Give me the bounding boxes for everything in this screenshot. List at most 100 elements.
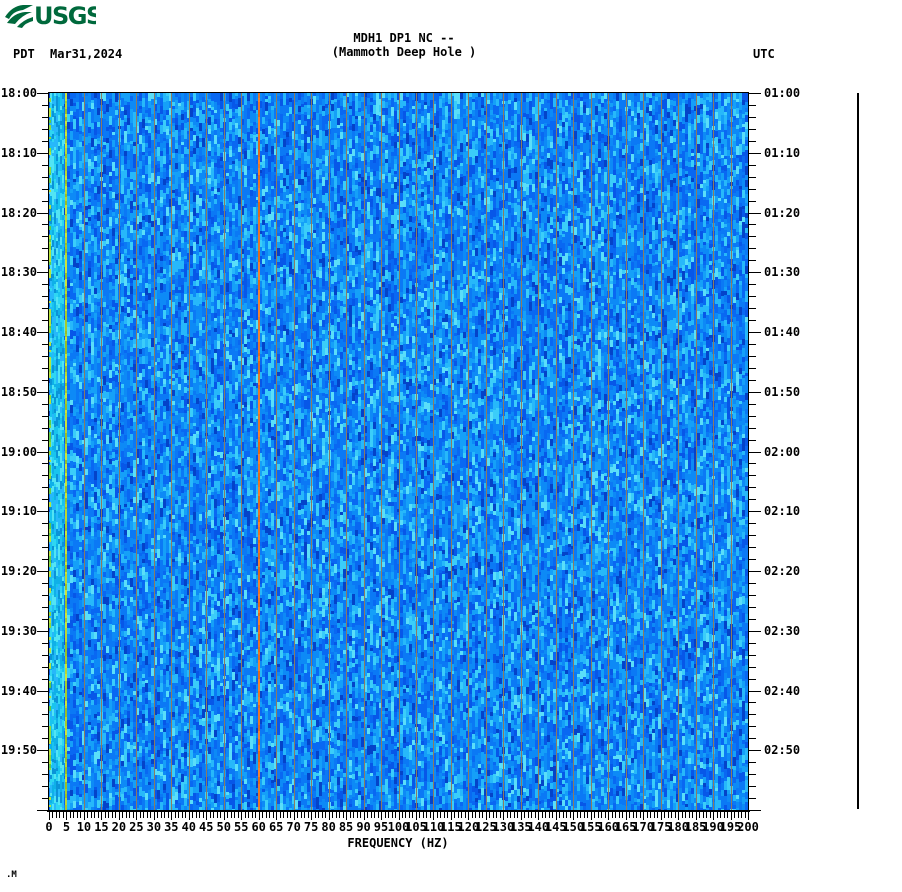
x-axis-tick: [549, 812, 550, 818]
x-axis-tick: [465, 812, 466, 818]
right-axis-label: 01:10: [764, 147, 800, 159]
left-axis-tick: [42, 643, 49, 644]
x-axis-tick: [52, 812, 53, 818]
x-axis-tick: [426, 812, 427, 818]
right-axis-tick: [748, 559, 756, 560]
x-axis-tick: [399, 812, 400, 820]
x-axis-tick: [668, 812, 669, 818]
x-axis-tick-label: 200: [736, 821, 760, 833]
x-axis-tick: [423, 812, 424, 818]
left-axis-tick: [37, 332, 49, 333]
x-axis-tick: [108, 812, 109, 818]
left-axis-label: 18:30: [0, 266, 37, 278]
x-axis-tick: [563, 812, 564, 818]
station-subtitle: (Mammoth Deep Hole ): [332, 46, 477, 58]
x-axis-tick: [143, 812, 144, 818]
x-axis-tick: [405, 812, 406, 818]
x-axis-tick: [189, 812, 190, 820]
x-axis-tick: [56, 812, 57, 818]
x-axis-tick: [657, 812, 658, 818]
x-axis-tick: [259, 812, 260, 820]
x-axis-tick: [49, 812, 50, 820]
x-axis-tick: [203, 812, 204, 818]
x-axis-tick: [80, 812, 81, 818]
x-axis-tick: [220, 812, 221, 818]
x-axis-tick: [524, 812, 525, 818]
x-axis-tick: [685, 812, 686, 818]
left-axis-tick: [37, 153, 49, 154]
amplitude-trace-line: [857, 93, 859, 809]
x-axis-tick: [440, 812, 441, 818]
right-axis-label: 02:40: [764, 685, 800, 697]
x-axis-tick: [266, 812, 267, 818]
x-axis-title: FREQUENCY (HZ): [347, 836, 448, 850]
x-axis-tick: [521, 812, 522, 820]
left-axis-label: 19:10: [0, 505, 37, 517]
x-axis-tick: [475, 812, 476, 818]
x-axis-tick: [273, 812, 274, 818]
left-axis-label: 18:20: [0, 207, 37, 219]
left-axis-tick: [37, 571, 49, 572]
x-axis-tick: [175, 812, 176, 818]
x-axis-tick: [605, 812, 606, 818]
left-axis-tick: [42, 762, 49, 763]
x-axis-tick: [650, 812, 651, 818]
x-axis-tick: [346, 812, 347, 820]
x-axis-tick: [136, 812, 137, 820]
left-axis-tick: [37, 691, 49, 692]
right-axis-tick: [748, 583, 756, 584]
left-axis-label: 18:10: [0, 147, 37, 159]
x-axis-tick: [717, 812, 718, 818]
x-axis-tick: [706, 812, 707, 818]
x-axis-tick: [101, 812, 102, 820]
x-axis-tick: [608, 812, 609, 820]
x-axis-tick: [640, 812, 641, 818]
left-axis-label: 19:00: [0, 446, 37, 458]
right-axis-label: 02:00: [764, 446, 800, 458]
x-axis-tick: [357, 812, 358, 818]
x-axis-tick: [353, 812, 354, 818]
right-axis-tick: [748, 452, 761, 453]
left-axis-tick: [42, 356, 49, 357]
x-axis-tick: [280, 812, 281, 818]
x-axis-tick: [647, 812, 648, 818]
x-axis-tick: [741, 812, 742, 818]
right-axis-tick: [748, 201, 756, 202]
x-axis-tick: [689, 812, 690, 818]
left-axis-tick: [42, 165, 49, 166]
right-axis-tick: [748, 774, 756, 775]
left-axis-tick: [42, 201, 49, 202]
x-axis-tick: [231, 812, 232, 818]
x-axis-tick: [437, 812, 438, 818]
right-axis-tick: [748, 272, 761, 273]
right-axis-tick: [748, 165, 756, 166]
x-axis-tick: [664, 812, 665, 818]
x-axis-tick: [297, 812, 298, 818]
spectrogram-plot-area: [48, 92, 749, 811]
left-axis-tick: [37, 213, 49, 214]
x-axis-tick: [325, 812, 326, 818]
left-axis-tick: [42, 380, 49, 381]
x-axis-tick: [70, 812, 71, 818]
right-axis-tick: [748, 428, 756, 429]
x-axis-tick: [73, 812, 74, 818]
right-axis-label: 01:30: [764, 266, 800, 278]
right-axis-tick: [748, 810, 761, 811]
right-axis-label: 02:20: [764, 565, 800, 577]
x-axis-tick: [468, 812, 469, 820]
x-axis-tick: [454, 812, 455, 818]
x-axis-tick: [294, 812, 295, 820]
left-axis-tick: [42, 487, 49, 488]
right-axis-tick: [748, 595, 756, 596]
x-axis-tick: [710, 812, 711, 818]
x-axis-tick: [315, 812, 316, 818]
right-axis-tick: [748, 714, 756, 715]
left-axis-tick: [42, 368, 49, 369]
left-axis-tick: [37, 631, 49, 632]
right-axis-tick: [748, 655, 756, 656]
x-axis-tick: [584, 812, 585, 818]
x-axis-tick: [612, 812, 613, 818]
date-label: Mar31,2024: [50, 48, 122, 60]
left-axis-tick: [42, 284, 49, 285]
x-axis-tick: [112, 812, 113, 818]
